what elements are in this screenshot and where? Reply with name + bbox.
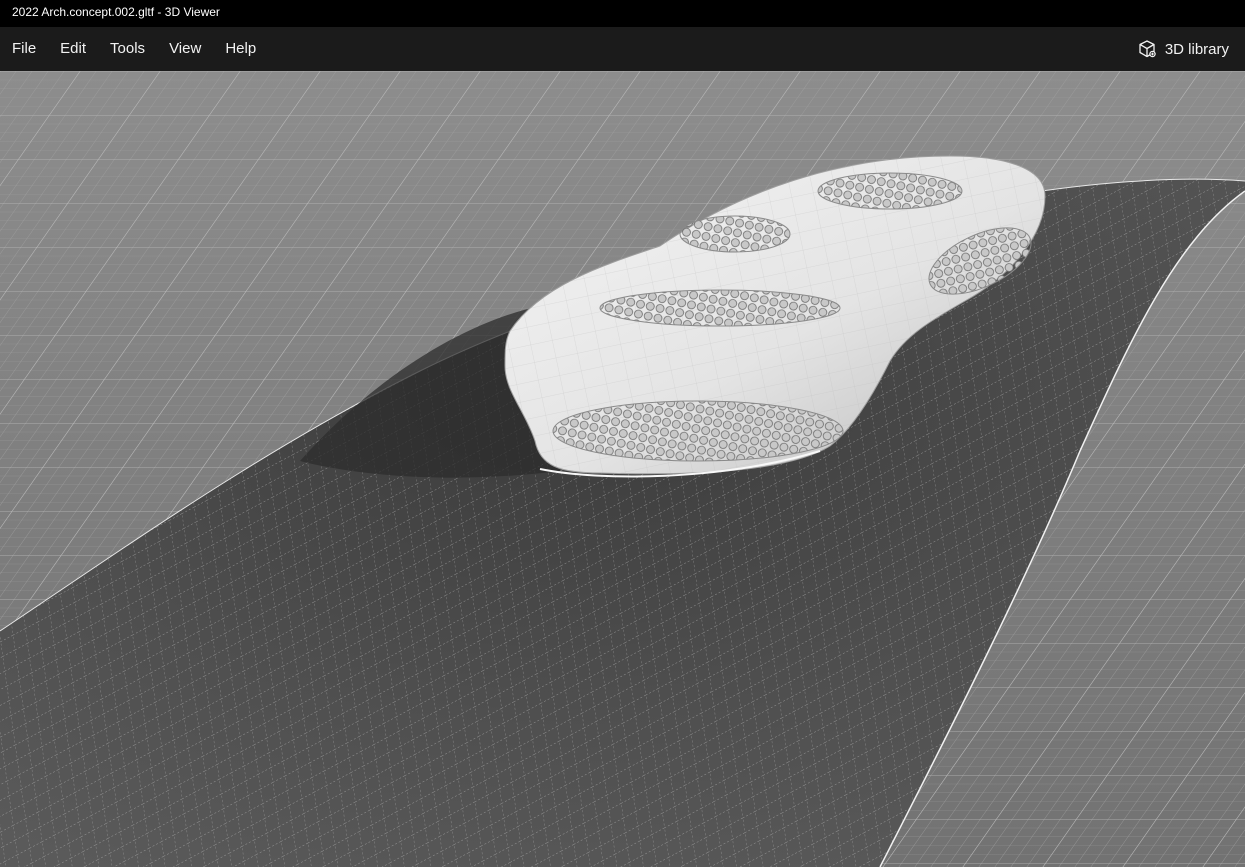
window-title: 2022 Arch.concept.002.gltf - 3D Viewer: [12, 5, 220, 19]
cube-icon: [1137, 39, 1157, 59]
opening-top-middle: [679, 215, 791, 253]
opening-front-base: [552, 400, 844, 462]
3d-viewport[interactable]: [0, 71, 1245, 867]
3d-library-label: 3D library: [1164, 40, 1229, 58]
menu-edit[interactable]: Edit: [48, 27, 98, 71]
3d-library-button[interactable]: 3D library: [1127, 27, 1245, 71]
window-titlebar: 2022 Arch.concept.002.gltf - 3D Viewer: [0, 0, 1245, 27]
menu-bar: File Edit Tools View Help 3D library: [0, 27, 1245, 71]
menu-tools[interactable]: Tools: [98, 27, 157, 71]
menu-help[interactable]: Help: [213, 27, 268, 71]
menu-view[interactable]: View: [157, 27, 213, 71]
opening-top-rear: [817, 172, 963, 210]
opening-top-front: [599, 289, 841, 327]
menu-file[interactable]: File: [0, 27, 48, 71]
scene-canvas[interactable]: [0, 71, 1245, 867]
